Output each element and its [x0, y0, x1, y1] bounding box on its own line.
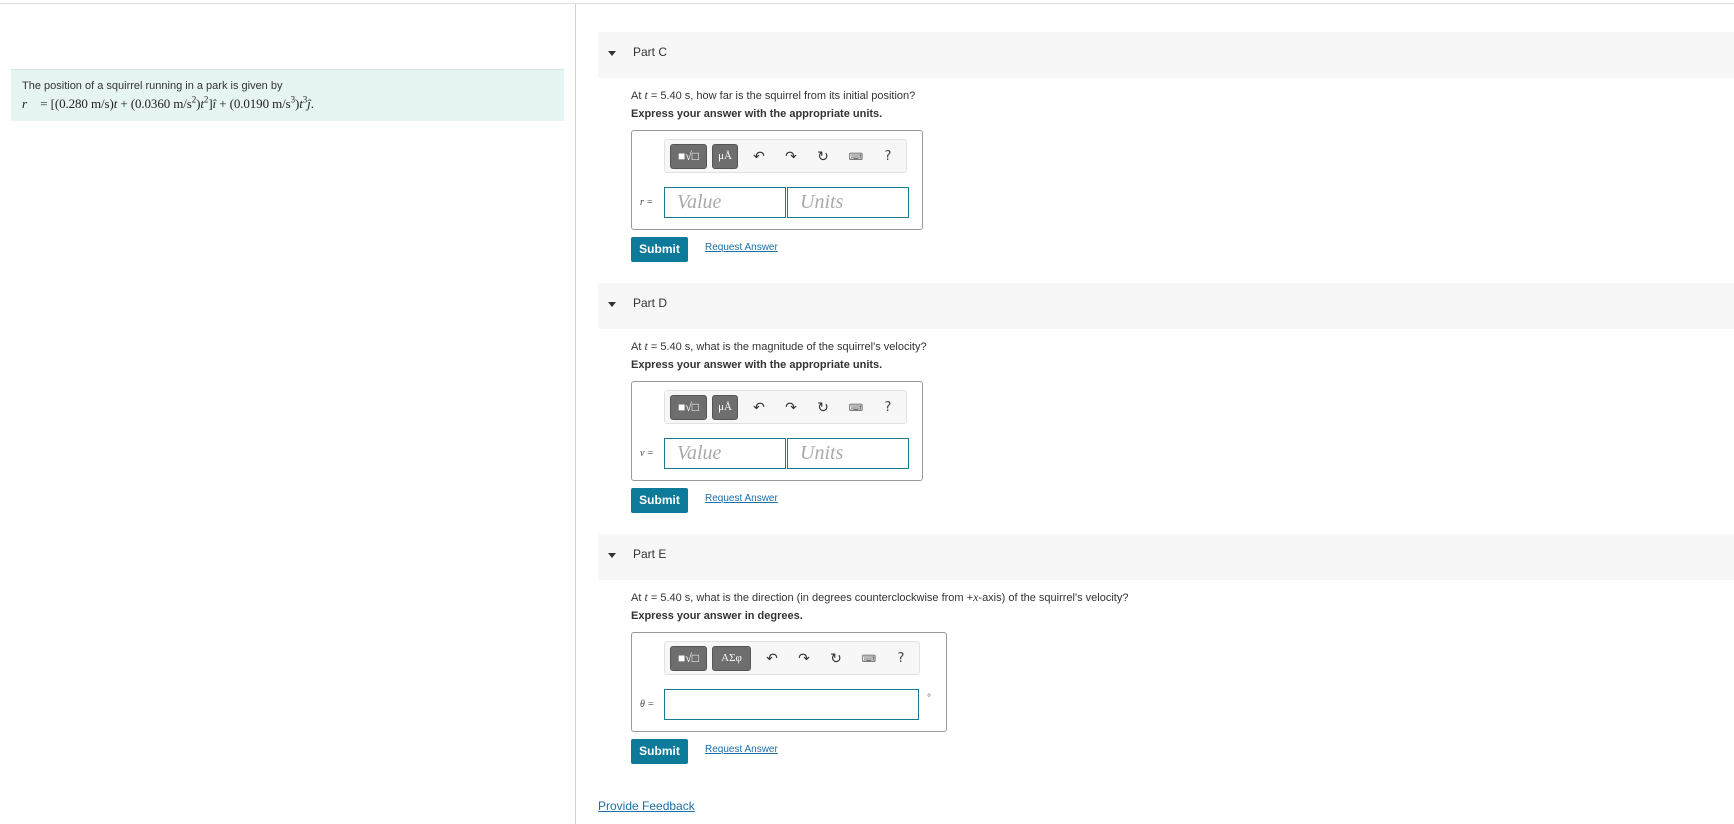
collapse-caret-icon[interactable]: [608, 553, 616, 558]
templates-button[interactable]: ■√□: [670, 646, 707, 671]
part-e-question: At t = 5.40 s, what is the direction (in…: [631, 590, 1128, 605]
eq-end: .: [310, 96, 314, 111]
symbols-button[interactable]: μÅ: [712, 395, 738, 420]
units-input[interactable]: [787, 187, 909, 218]
part-e-title: Part E: [633, 547, 667, 561]
math-toolbar: ■√□ ΑΣφ ↶ ↷ ↻ ⌨ ?: [664, 641, 920, 675]
part-c-header[interactable]: Part C: [598, 32, 1734, 78]
redo-icon[interactable]: ↷: [796, 651, 812, 667]
templates-button[interactable]: ■√□: [670, 144, 707, 169]
request-answer-link[interactable]: Request Answer: [705, 744, 778, 755]
collapse-caret-icon[interactable]: [608, 302, 616, 307]
value-input[interactable]: [664, 187, 786, 218]
math-toolbar: ■√□ μÅ ↶ ↷ ↻ ⌨ ?: [664, 390, 907, 424]
symbols-button[interactable]: μÅ: [712, 144, 738, 169]
position-equation: r⃗ = [(0.280 m/s)t + (0.0360 m/s2)t2]î +…: [22, 95, 553, 112]
question-text: At: [631, 341, 645, 353]
request-answer-link[interactable]: Request Answer: [705, 242, 778, 253]
eq-seg-1: = [(0.280 m/s): [37, 96, 114, 111]
part-d-answer-box: ■√□ μÅ ↶ ↷ ↻ ⌨ ? v =: [631, 381, 923, 481]
angle-input[interactable]: [664, 689, 919, 720]
redo-icon[interactable]: ↷: [783, 400, 799, 416]
collapse-caret-icon[interactable]: [608, 51, 616, 56]
units-input[interactable]: [787, 438, 909, 469]
question-text: = 5.40 s, what is the magnitude of the s…: [647, 341, 927, 353]
problem-statement: The position of a squirrel running in a …: [11, 69, 564, 121]
submit-button[interactable]: Submit: [631, 739, 688, 764]
question-text: = 5.40 s, how far is the squirrel from i…: [647, 90, 916, 102]
help-icon[interactable]: ?: [880, 400, 896, 416]
part-c-instruction: Express your answer with the appropriate…: [631, 108, 883, 120]
variable-label: r =: [640, 197, 654, 208]
eq-vector-r: r⃗: [22, 96, 38, 111]
undo-icon[interactable]: ↶: [751, 400, 767, 416]
part-e-instruction: Express your answer in degrees.: [631, 610, 803, 622]
submit-button[interactable]: Submit: [631, 488, 688, 513]
part-e: Part E At t = 5.40 s, what is the direct…: [598, 534, 1734, 764]
question-text: -axis) of the squirrel's velocity?: [978, 592, 1129, 604]
part-c: Part C At t = 5.40 s, how far is the squ…: [598, 32, 1734, 262]
part-d-title: Part D: [633, 296, 668, 310]
part-e-header[interactable]: Part E: [598, 534, 1734, 580]
undo-icon[interactable]: ↶: [751, 149, 767, 165]
variable-label: v =: [640, 448, 654, 459]
request-answer-link[interactable]: Request Answer: [705, 493, 778, 504]
eq-seg-2: + (0.0360 m/s: [117, 96, 192, 111]
question-text: At: [631, 592, 645, 604]
pane-divider: [575, 4, 576, 824]
part-d-question: At t = 5.40 s, what is the magnitude of …: [631, 339, 927, 354]
math-toolbar: ■√□ μÅ ↶ ↷ ↻ ⌨ ?: [664, 139, 907, 173]
help-icon[interactable]: ?: [893, 651, 909, 667]
help-icon[interactable]: ?: [880, 149, 896, 165]
reset-icon[interactable]: ↻: [815, 400, 831, 416]
keyboard-icon[interactable]: ⌨: [861, 652, 877, 668]
part-c-title: Part C: [633, 45, 668, 59]
undo-icon[interactable]: ↶: [764, 651, 780, 667]
keyboard-icon[interactable]: ⌨: [848, 401, 864, 417]
variable-label: θ =: [640, 699, 655, 710]
question-text: At: [631, 90, 645, 102]
part-c-answer-box: ■√□ μÅ ↶ ↷ ↻ ⌨ ? r =: [631, 130, 923, 230]
problem-text: The position of a squirrel running in a …: [22, 80, 283, 92]
reset-icon[interactable]: ↻: [828, 651, 844, 667]
part-d: Part D At t = 5.40 s, what is the magnit…: [598, 283, 1734, 513]
provide-feedback-link[interactable]: Provide Feedback: [598, 799, 695, 813]
degree-symbol: °: [927, 693, 931, 704]
part-d-instruction: Express your answer with the appropriate…: [631, 359, 883, 371]
reset-icon[interactable]: ↻: [815, 149, 831, 165]
part-e-answer-box: ■√□ ΑΣφ ↶ ↷ ↻ ⌨ ? θ = °: [631, 632, 947, 732]
part-c-question: At t = 5.40 s, how far is the squirrel f…: [631, 88, 915, 103]
keyboard-icon[interactable]: ⌨: [848, 150, 864, 166]
value-input[interactable]: [664, 438, 786, 469]
part-d-header[interactable]: Part D: [598, 283, 1734, 329]
top-rule: [0, 3, 1734, 4]
symbols-button[interactable]: ΑΣφ: [712, 646, 751, 671]
redo-icon[interactable]: ↷: [783, 149, 799, 165]
eq-seg-5: + (0.0190 m/s: [216, 96, 291, 111]
question-text: = 5.40 s, what is the direction (in degr…: [647, 592, 974, 604]
templates-button[interactable]: ■√□: [670, 395, 707, 420]
submit-button[interactable]: Submit: [631, 237, 688, 262]
